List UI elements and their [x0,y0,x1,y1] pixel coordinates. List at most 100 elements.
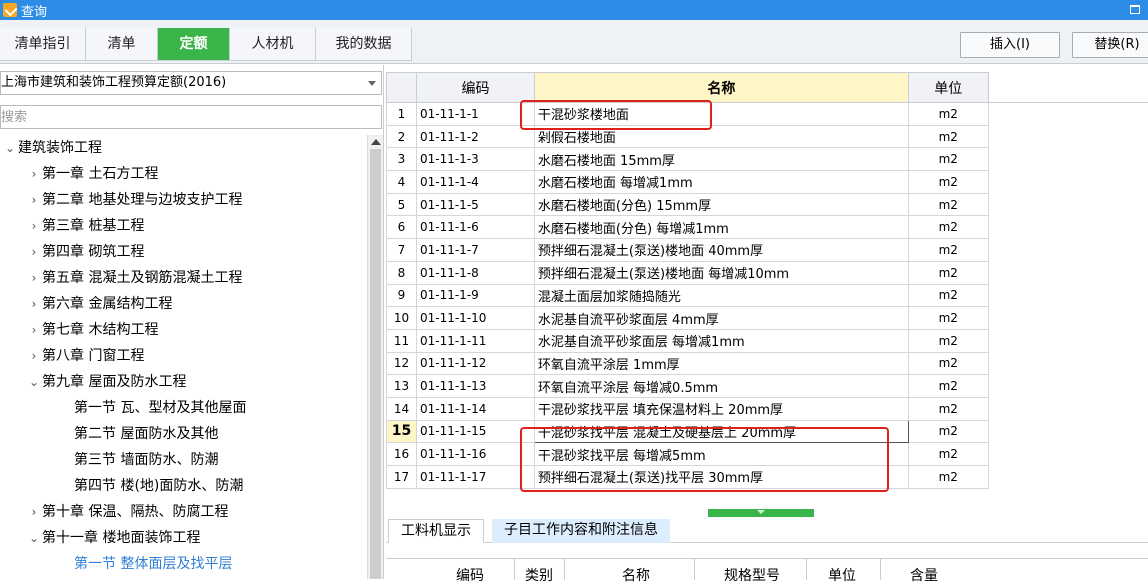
chevron-down-icon[interactable]: ⌄ [26,369,42,395]
tab-item-work-content[interactable]: 子目工作内容和附注信息 [492,519,670,543]
row-number: 7 [387,239,417,262]
tree-item[interactable]: ›第七章 木结构工程 [0,317,158,343]
name-cell: 预拌细石混凝土(泵送)楼地面 40mm厚 [534,239,908,262]
table-row[interactable]: 401-11-1-4水磨石楼地面 每增减1mmm2 [387,171,1148,194]
table-row[interactable]: 301-11-1-3水磨石楼地面 15mm厚m2 [387,148,1148,171]
tree-item[interactable]: ›第一章 土石方工程 [0,161,158,187]
tree-item[interactable]: ›第二章 地基处理与边坡支护工程 [0,187,242,213]
table-row[interactable]: 1001-11-1-10水泥基自流平砂浆面层 4mm厚m2 [387,307,1148,330]
chevron-right-icon[interactable]: › [26,161,42,187]
tree-item[interactable]: 第三节 墙面防水、防潮 [0,447,218,473]
table-row[interactable]: 901-11-1-9混凝土面层加浆随捣随光m2 [387,284,1148,307]
table-row[interactable]: 1101-11-1-11水泥基自流平砂浆面层 每增减1mmm2 [387,329,1148,352]
panel-splitter-handle[interactable] [708,509,814,517]
tree-item[interactable]: ⌄第九章 屋面及防水工程 [0,369,186,395]
name-cell: 环氧自流平涂层 1mm厚 [534,352,908,375]
empty-cell [988,397,1148,420]
table-row[interactable]: 501-11-1-5水磨石楼地面(分色) 15mm厚m2 [387,193,1148,216]
chevron-right-icon[interactable]: › [26,187,42,213]
tree-item-label: 第四节 楼(地)面防水、防潮 [74,478,243,494]
table-row[interactable]: 201-11-1-2剁假石楼地面m2 [387,125,1148,148]
materials-spec-header[interactable]: 规格型号 [704,565,800,585]
table-row[interactable]: 1501-11-1-15干混砂浆找平层 混凝土及硬基层上 20mm厚m2 [387,420,1148,443]
chevron-down-icon[interactable] [368,81,376,86]
chevron-right-icon[interactable]: › [26,499,42,525]
table-row[interactable]: 1601-11-1-16干混砂浆找平层 每增减5mmm2 [387,443,1148,466]
unit-header[interactable]: 单位 [908,73,988,103]
unit-cell: m2 [908,148,988,171]
empty-cell [988,216,1148,239]
tree-item[interactable]: 第一节 整体面层及找平层 [0,551,232,577]
materials-category-header[interactable]: 类别 [516,565,562,585]
table-row[interactable]: 601-11-1-6水磨石楼地面(分色) 每增减1mmm2 [387,216,1148,239]
chevron-right-icon[interactable]: › [26,343,42,369]
search-input[interactable] [0,105,382,129]
tree-item[interactable]: ›第五章 混凝土及钢筋混凝土工程 [0,265,242,291]
tab-bill[interactable]: 清单 [86,28,158,60]
tab-bill-guide[interactable]: 清单指引 [0,28,86,60]
materials-quantity-header[interactable]: 含量 [894,565,954,585]
table-row[interactable]: 801-11-1-8预拌细石混凝土(泵送)楼地面 每增减10mmm2 [387,261,1148,284]
insert-button[interactable]: 插入(I) [960,32,1060,58]
tab-materials-display[interactable]: 工料机显示 [388,519,484,543]
table-row[interactable]: 101-11-1-1干混砂浆楼地面m2 [387,103,1148,126]
tree-item-label: 第一章 土石方工程 [42,166,158,182]
tree-item-label: 第四章 砌筑工程 [42,244,144,260]
code-cell: 01-11-1-3 [416,148,534,171]
name-cell: 水泥基自流平砂浆面层 4mm厚 [534,307,908,330]
materials-unit-header[interactable]: 单位 [810,565,874,585]
chapter-tree: ⌄建筑装饰工程›第一章 土石方工程›第二章 地基处理与边坡支护工程›第三章 桩基… [0,135,366,579]
tab-quota[interactable]: 定额 [158,28,230,60]
unit-cell: m2 [908,352,988,375]
tree-item-label: 第二章 地基处理与边坡支护工程 [42,192,242,208]
app-logo-icon [3,3,17,17]
materials-name-header[interactable]: 名称 [586,565,686,585]
maximize-icon[interactable] [1130,5,1140,14]
tree-item[interactable]: ›第八章 门窗工程 [0,343,144,369]
tree-item[interactable]: 第二节 屋面防水及其他 [0,421,218,447]
tree-item[interactable]: ›第四章 砌筑工程 [0,239,144,265]
scroll-up-icon[interactable] [371,139,381,145]
tree-item[interactable]: ›第十章 保温、隔热、防腐工程 [0,499,228,525]
name-cell: 干混砂浆找平层 每增减5mm [534,443,908,466]
quota-library-select[interactable]: 上海市建筑和装饰工程预算定额(2016) [0,71,382,95]
tab-my-data[interactable]: 我的数据 [316,28,412,60]
table-row[interactable]: 1201-11-1-12环氧自流平涂层 1mm厚m2 [387,352,1148,375]
tree-item[interactable]: ⌄建筑装饰工程 [0,135,102,161]
table-row[interactable]: 1701-11-1-17预拌细石混凝土(泵送)找平层 30mm厚m2 [387,466,1148,489]
tree-item[interactable]: 第一节 瓦、型材及其他屋面 [0,395,246,421]
empty-cell [988,171,1148,194]
tree-item[interactable]: 第四节 楼(地)面防水、防潮 [0,473,243,499]
chevron-right-icon[interactable]: › [26,291,42,317]
quota-library-value: 上海市建筑和装饰工程预算定额(2016) [1,75,226,90]
table-row[interactable]: 1301-11-1-13环氧自流平涂层 每增减0.5mmm2 [387,375,1148,398]
materials-code-header[interactable]: 编码 [430,565,510,585]
code-cell: 01-11-1-13 [416,375,534,398]
table-row[interactable]: 701-11-1-7预拌细石混凝土(泵送)楼地面 40mm厚m2 [387,239,1148,262]
name-cell: 水泥基自流平砂浆面层 每增减1mm [534,329,908,352]
tab-labor-material-machine[interactable]: 人材机 [230,28,316,60]
code-header[interactable]: 编码 [416,73,534,103]
code-cell: 01-11-1-10 [416,307,534,330]
table-row[interactable]: 1401-11-1-14干混砂浆找平层 填充保温材料上 20mm厚m2 [387,397,1148,420]
chevron-right-icon[interactable]: › [26,213,42,239]
chevron-down-icon[interactable]: ⌄ [2,135,18,161]
code-cell: 01-11-1-12 [416,352,534,375]
tree-item-label: 第一节 整体面层及找平层 [74,556,232,572]
name-cell: 预拌细石混凝土(泵送)找平层 30mm厚 [534,466,908,489]
tree-item[interactable]: ⌄第十一章 楼地面装饰工程 [0,525,200,551]
row-number: 3 [387,148,417,171]
chevron-right-icon[interactable]: › [26,239,42,265]
tree-item[interactable]: ›第三章 桩基工程 [0,213,144,239]
empty-cell [988,329,1148,352]
row-number: 10 [387,307,417,330]
scrollbar-thumb[interactable] [370,149,381,579]
empty-cell [988,352,1148,375]
chevron-right-icon[interactable]: › [26,265,42,291]
chevron-down-icon[interactable]: ⌄ [26,525,42,551]
tree-item[interactable]: ›第六章 金属结构工程 [0,291,172,317]
name-header[interactable]: 名称 [534,73,908,103]
tree-scrollbar[interactable] [367,135,383,579]
replace-button[interactable]: 替换(R) [1072,32,1148,58]
chevron-right-icon[interactable]: › [26,317,42,343]
